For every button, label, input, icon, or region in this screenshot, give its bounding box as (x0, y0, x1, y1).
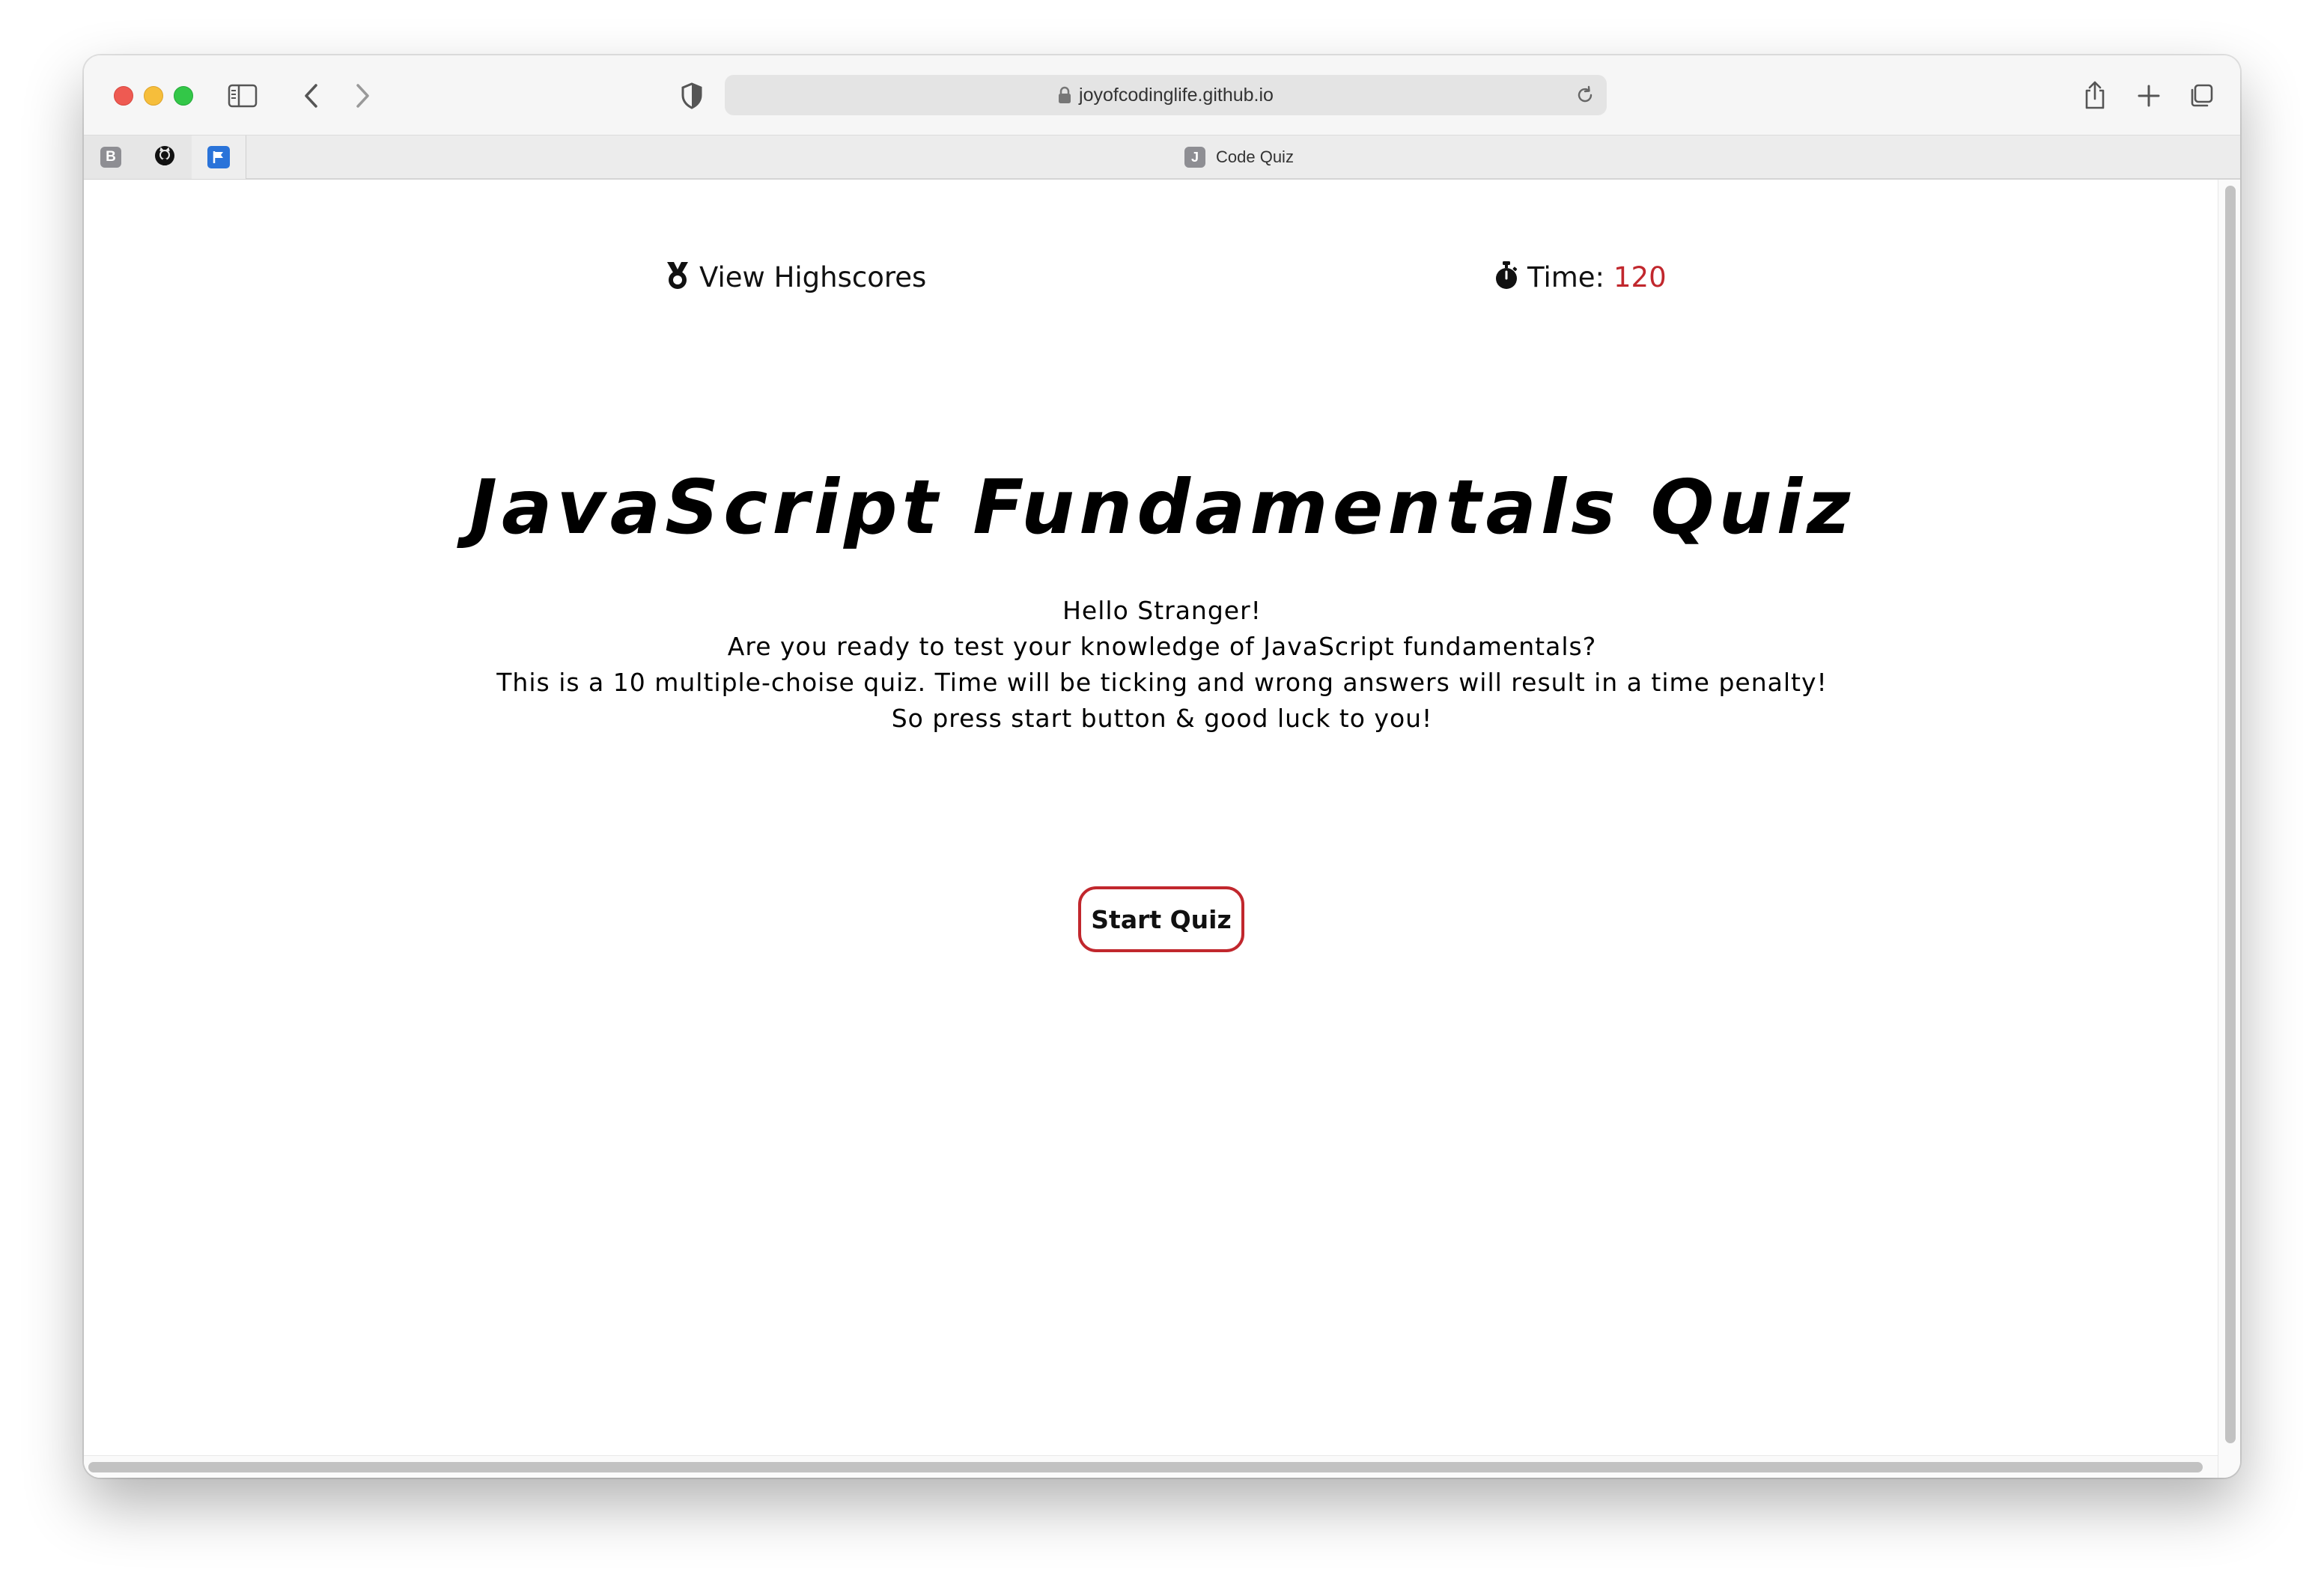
timer-value: 120 (1613, 261, 1667, 293)
lock-icon (1058, 86, 1071, 104)
maximize-window-button[interactable] (174, 86, 193, 106)
reload-icon[interactable] (1574, 84, 1596, 106)
new-tab-plus-icon[interactable] (2132, 78, 2165, 114)
vertical-scrollbar[interactable] (2218, 180, 2240, 1478)
start-quiz-button[interactable]: Start Quiz (1078, 886, 1244, 952)
page-title: JavaScript Fundamentals Quiz (469, 463, 1855, 551)
tab-title: Code Quiz (1216, 147, 1294, 166)
medal-icon (665, 261, 690, 294)
tab-bar: B J Code Quiz (84, 135, 2240, 180)
sidebar-toggle-icon[interactable] (226, 81, 259, 111)
flag-icon (207, 146, 230, 168)
tab-overview-icon[interactable] (2185, 78, 2218, 114)
screenshot-stage: joyofcodinglife.github.io B J Code Quiz … (0, 0, 2324, 1590)
browser-window: joyofcodinglife.github.io B J Code Quiz … (84, 55, 2240, 1478)
intro-line-good-luck: So press start button & good luck to you… (891, 704, 1433, 733)
stopwatch-icon (1494, 261, 1518, 294)
back-chevron-icon[interactable] (295, 78, 328, 114)
intro-text: Hello Stranger! Are you ready to test yo… (84, 593, 2240, 737)
share-icon[interactable] (2078, 76, 2111, 114)
url-text: joyofcodinglife.github.io (1079, 84, 1274, 106)
page-content: View Highscores Time: 120 JavaScript Fun… (84, 180, 2240, 1478)
timer: Time: 120 (1494, 261, 1667, 294)
browser-toolbar: joyofcodinglife.github.io (84, 55, 2240, 135)
vertical-scrollbar-thumb[interactable] (2225, 186, 2236, 1443)
close-window-button[interactable] (114, 86, 133, 106)
view-highscores-label: View Highscores (699, 261, 927, 293)
privacy-shield-icon[interactable] (675, 78, 708, 114)
horizontal-scrollbar-thumb[interactable] (88, 1462, 2203, 1472)
timer-label: Time: (1527, 261, 1605, 293)
tab-favicon-icon: J (1184, 147, 1205, 168)
forward-chevron-icon[interactable] (346, 78, 379, 114)
pinned-tab-github[interactable] (138, 135, 192, 179)
github-icon (153, 144, 176, 171)
view-highscores-link[interactable]: View Highscores (665, 261, 926, 294)
minimize-window-button[interactable] (144, 86, 163, 106)
pinned-tab-flag[interactable] (192, 135, 246, 179)
address-bar[interactable]: joyofcodinglife.github.io (725, 75, 1607, 115)
horizontal-scrollbar[interactable] (84, 1455, 2218, 1478)
pinned-tab-b[interactable]: B (84, 135, 139, 179)
intro-line-question: Are you ready to test your knowledge of … (727, 632, 1597, 661)
bookmark-b-icon: B (100, 147, 121, 168)
tab-code-quiz[interactable]: J Code Quiz (1184, 135, 1294, 179)
intro-line-rules: This is a 10 multiple-choise quiz. Time … (496, 668, 1828, 697)
intro-line-greeting: Hello Stranger! (1062, 596, 1262, 625)
quiz-header: View Highscores Time: 120 (84, 261, 2218, 302)
